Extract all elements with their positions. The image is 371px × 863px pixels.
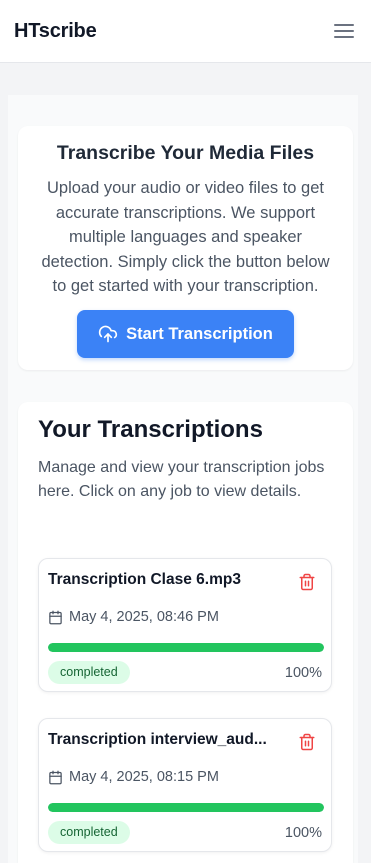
trash-icon[interactable]	[298, 733, 316, 751]
status-badge: completed	[48, 661, 130, 684]
job-progress-fill	[48, 643, 324, 652]
job-date: May 4, 2025, 08:46 PM	[69, 609, 219, 625]
calendar-icon	[49, 610, 62, 624]
start-transcription-button[interactable]: Start Transcription	[77, 310, 294, 358]
upload-hero-card: Transcribe Your Media Files Upload your …	[18, 126, 353, 370]
section-title: Your Transcriptions	[38, 416, 263, 443]
section-description: Manage and view your transcription jobs …	[38, 459, 325, 500]
cloud-upload-icon	[99, 325, 118, 343]
job-filename: Transcription Clase 6.mp3	[48, 571, 241, 588]
transcription-job-card[interactable]: Transcription Clase 6.mp3 May 4, 2025, 0…	[38, 558, 332, 692]
status-badge: completed	[48, 821, 130, 844]
hero-title: Transcribe Your Media Files	[56, 142, 315, 164]
top-navigation-bar: HTscribe	[0, 0, 371, 63]
job-progress-bar	[48, 803, 324, 812]
job-progress-percent: 100%	[284, 825, 322, 841]
brand-logo-text[interactable]: HTscribe	[14, 20, 97, 43]
transcriptions-card: Your Transcriptions Manage and view your…	[18, 402, 353, 863]
calendar-icon	[49, 770, 62, 784]
job-progress-fill	[48, 803, 324, 812]
hamburger-menu-icon[interactable]	[333, 22, 355, 40]
transcription-job-card[interactable]: Transcription interview_aud... May 4, 20…	[38, 718, 332, 852]
start-transcription-label: Start Transcription	[126, 324, 273, 343]
hero-description: Upload your audio or video files to get …	[41, 179, 330, 295]
job-date-row: May 4, 2025, 08:46 PM	[48, 609, 219, 625]
job-progress-bar	[48, 643, 324, 652]
trash-icon[interactable]	[298, 573, 316, 591]
job-date-row: May 4, 2025, 08:15 PM	[48, 769, 219, 785]
job-filename: Transcription interview_aud...	[48, 731, 267, 748]
job-progress-percent: 100%	[284, 665, 322, 681]
job-date: May 4, 2025, 08:15 PM	[69, 769, 219, 785]
